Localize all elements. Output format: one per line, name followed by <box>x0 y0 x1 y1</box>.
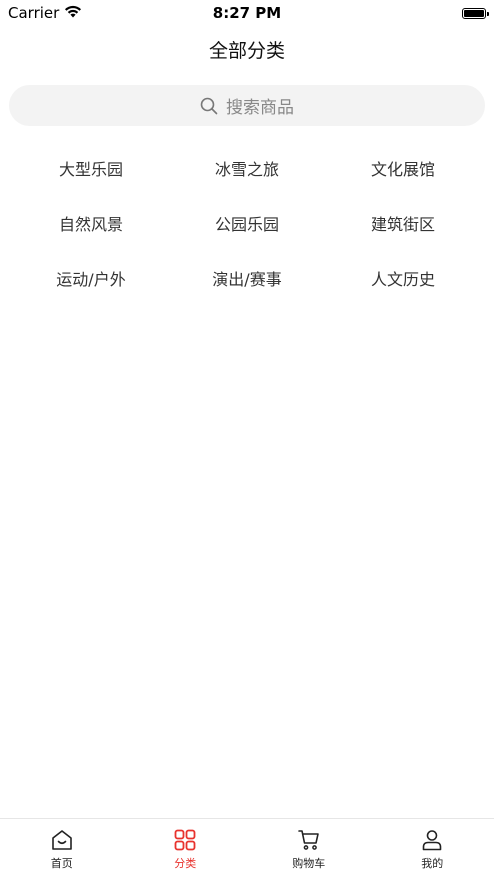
battery-fill <box>464 9 484 17</box>
page-title: 全部分类 <box>208 40 285 62</box>
tab-category-label: 分类 <box>174 857 197 870</box>
tab-cart-label: 购物车 <box>292 857 326 870</box>
status-bar: Carrier 8:27 PM <box>0 0 494 26</box>
tab-category[interactable]: 分类 <box>124 819 248 880</box>
cart-icon <box>297 828 321 852</box>
category-grid: 大型乐园 冰雪之旅 文化展馆 自然风景 公园乐园 建筑街区 运动/户外 演出/赛… <box>13 140 481 305</box>
category-item[interactable]: 演出/赛事 <box>169 250 325 305</box>
category-item[interactable]: 大型乐园 <box>13 140 169 195</box>
carrier-label: Carrier <box>8 4 60 22</box>
tab-mine[interactable]: 我的 <box>371 819 494 880</box>
tab-home[interactable]: 首页 <box>0 819 124 880</box>
category-item[interactable]: 文化展馆 <box>325 140 481 195</box>
category-item[interactable]: 冰雪之旅 <box>169 140 325 195</box>
category-item[interactable]: 公园乐园 <box>169 195 325 250</box>
home-icon <box>50 828 74 852</box>
tab-cart[interactable]: 购物车 <box>247 819 371 880</box>
tab-bar: 首页 分类 购物车 我的 <box>0 818 494 880</box>
search-bar[interactable]: 搜索商品 <box>9 85 485 126</box>
search-icon <box>200 97 218 115</box>
status-left: Carrier <box>8 4 82 22</box>
battery-icon <box>462 7 489 19</box>
tab-home-label: 首页 <box>50 857 73 870</box>
screen: Carrier 8:27 PM 全部分类 搜索商品 大型乐园 冰雪之旅 文化展馆… <box>0 0 494 880</box>
wifi-icon <box>64 4 82 22</box>
search-placeholder: 搜索商品 <box>226 98 294 118</box>
user-icon <box>420 828 444 852</box>
tab-mine-label: 我的 <box>421 857 444 870</box>
category-item[interactable]: 建筑街区 <box>325 195 481 250</box>
category-grid-icon <box>173 828 197 852</box>
category-item[interactable]: 运动/户外 <box>13 250 169 305</box>
category-item[interactable]: 人文历史 <box>325 250 481 305</box>
category-item[interactable]: 自然风景 <box>13 195 169 250</box>
